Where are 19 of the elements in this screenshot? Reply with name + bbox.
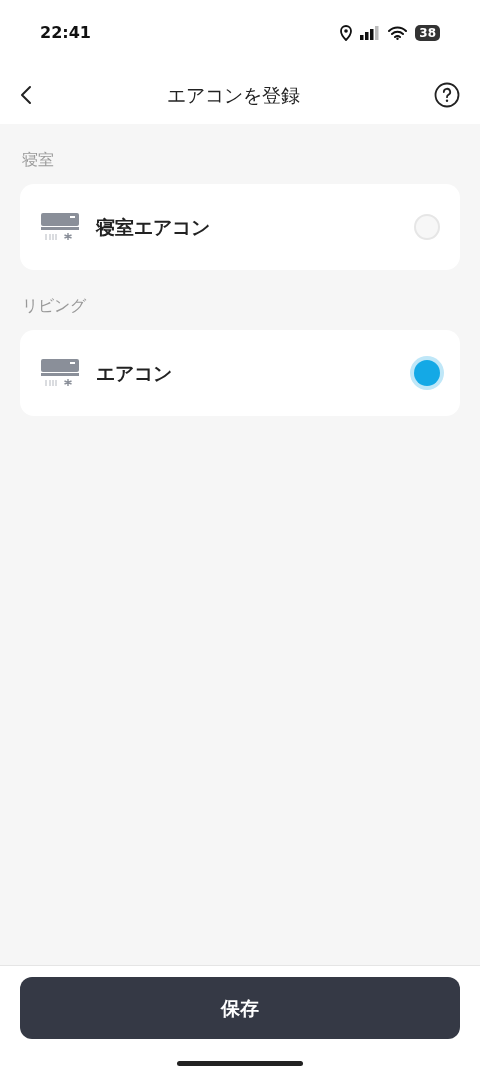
- page-title: エアコンを登録: [166, 82, 300, 108]
- section-label: 寝室: [21, 149, 55, 171]
- radio-button[interactable]: [414, 214, 440, 240]
- air-conditioner-icon: [40, 358, 80, 388]
- device-card[interactable]: 寝室エアコン: [20, 184, 460, 270]
- help-icon[interactable]: [434, 82, 460, 108]
- location-icon: [340, 25, 353, 41]
- air-conditioner-icon: [40, 212, 80, 242]
- radio-button[interactable]: [414, 360, 440, 386]
- section-label: リビング: [21, 295, 87, 317]
- device-name: 寝室エアコン: [96, 214, 211, 240]
- device-name: エアコン: [96, 360, 173, 386]
- save-button[interactable]: 保存: [20, 977, 460, 1039]
- wifi-icon: [388, 26, 408, 40]
- back-icon[interactable]: [20, 85, 32, 105]
- status-time: 22:41: [40, 22, 91, 44]
- signal-icon: [360, 26, 381, 40]
- device-card[interactable]: エアコン: [20, 330, 460, 416]
- battery-level: 38: [415, 25, 440, 41]
